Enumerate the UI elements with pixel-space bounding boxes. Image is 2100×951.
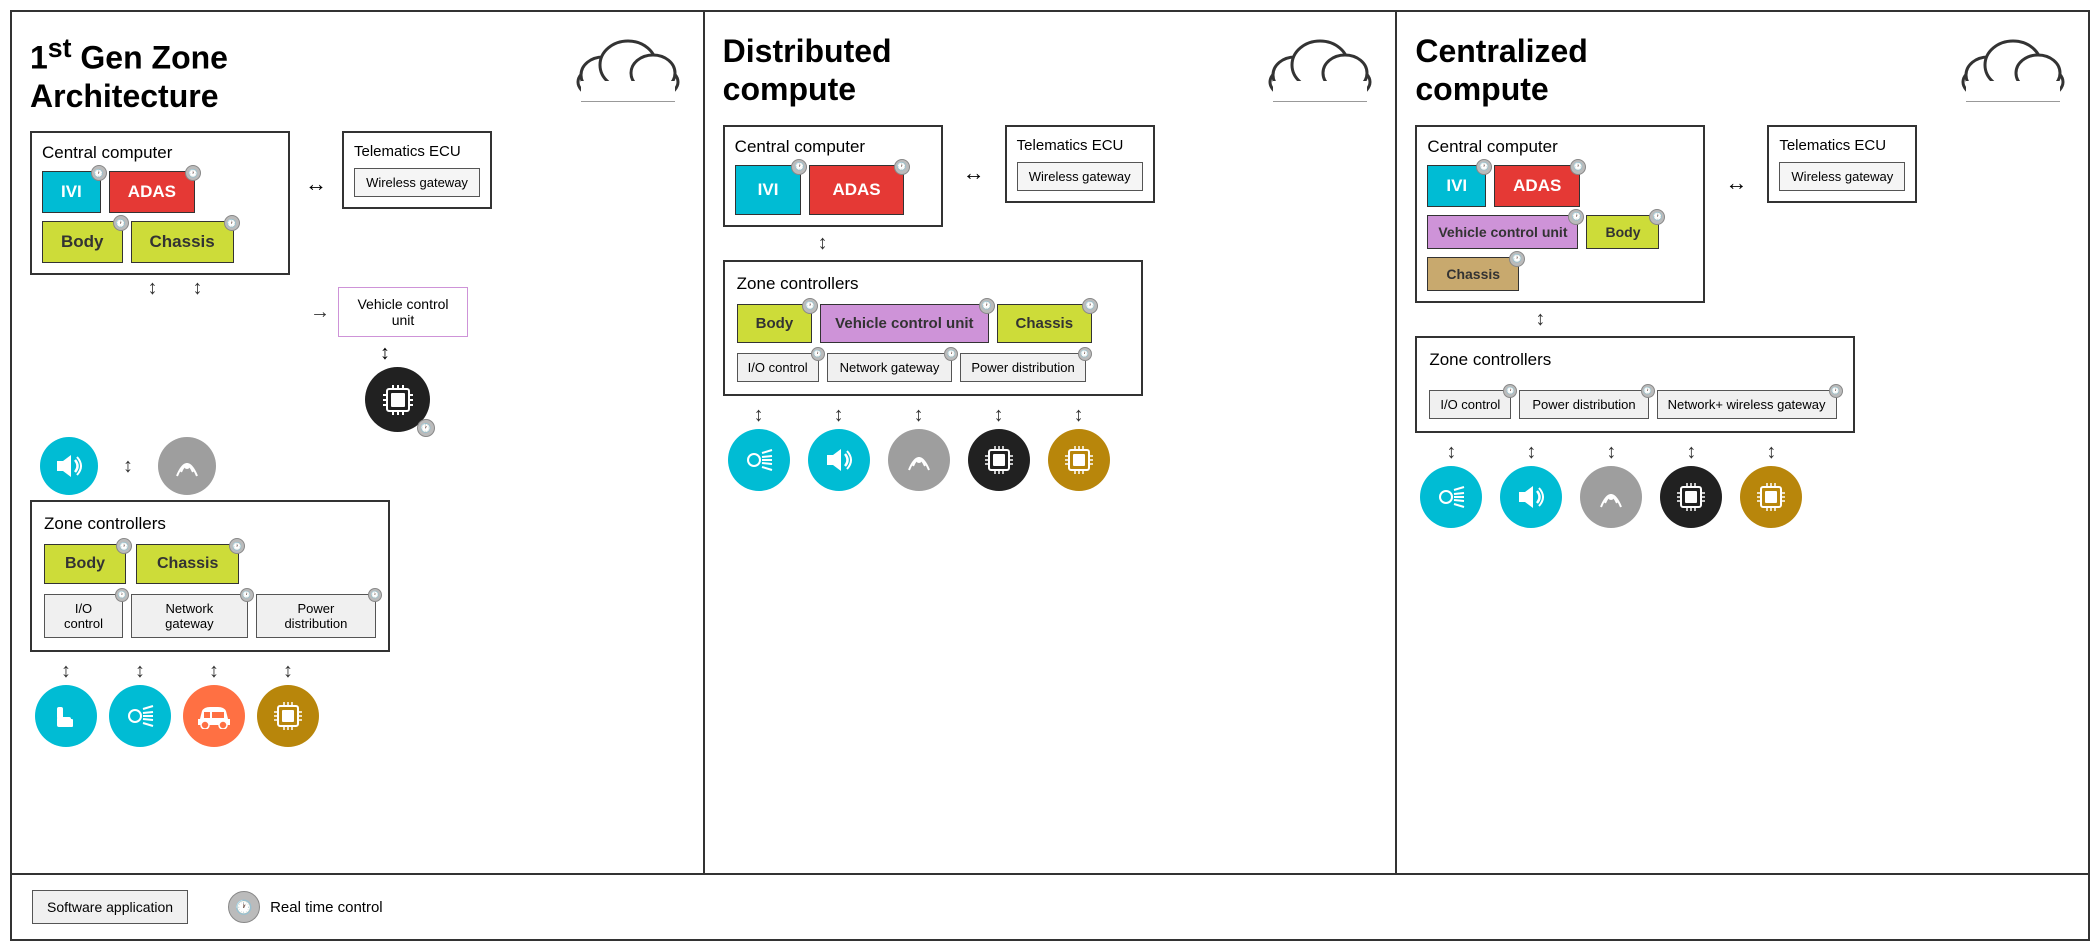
body-chip-zone-1: Body 🕐 xyxy=(44,544,126,584)
cloud-icon-3 xyxy=(1958,27,2068,107)
central-computer-box-1: Central computer IVI 🕐 ADAS 🕐 xyxy=(30,131,290,275)
legend-software-app: Software application xyxy=(32,890,188,924)
body-chip-zone-2: Body 🕐 xyxy=(737,304,813,343)
network-gateway-box-1: Network gateway 🕐 xyxy=(131,594,248,638)
chassis-chip-3: Chassis 🕐 xyxy=(1427,257,1519,291)
wireless-gateway-box-3: Wireless gateway xyxy=(1779,162,1905,191)
chassis-chip-zone-2: Chassis 🕐 xyxy=(997,304,1093,343)
cloud-icon-1 xyxy=(573,27,683,107)
ivi-chip-2: IVI 🕐 xyxy=(735,165,802,215)
legend: Software application 🕐 Real time control xyxy=(12,873,2088,939)
panel-3: Centralized compute Central computer IVI… xyxy=(1397,12,2088,873)
io-control-box-2: I/O control 🕐 xyxy=(737,353,819,382)
body-chip-3: Body 🕐 xyxy=(1586,215,1659,249)
circuit-icon-2b xyxy=(1048,429,1110,491)
signal-icon-1 xyxy=(158,437,216,495)
headlight-icon-2 xyxy=(728,429,790,491)
vcu-chip-3: Vehicle control unit 🕐 xyxy=(1427,215,1578,249)
chassis-chip-zone-1: Chassis 🕐 xyxy=(136,544,239,584)
circuit-icon-3 xyxy=(1660,466,1722,528)
signal-icon-2 xyxy=(888,429,950,491)
power-distribution-box-1: Power distribution 🕐 xyxy=(256,594,376,638)
headlight-icon-3 xyxy=(1420,466,1482,528)
zone-controllers-box-1: Zone controllers Body 🕐 Chassis 🕐 I/O co… xyxy=(30,500,390,652)
speaker-icon-2 xyxy=(808,429,870,491)
clock-1: 🕐 xyxy=(91,165,107,181)
power-distribution-box-3: Power distribution 🕐 xyxy=(1519,390,1648,419)
legend-real-time: 🕐 Real time control xyxy=(228,891,383,923)
wireless-gateway-box-1: Wireless gateway xyxy=(354,168,480,197)
circuit-icon-2 xyxy=(968,429,1030,491)
body-chip-1: Body 🕐 xyxy=(42,221,123,263)
central-computer-label-1: Central computer xyxy=(42,143,278,163)
zone-controllers-box-3: Zone controllers I/O control 🕐 Power dis… xyxy=(1415,336,1855,433)
adas-chip-2: ADAS 🕐 xyxy=(809,165,903,215)
panel-1: 1st Gen Zone Architecture Central comput… xyxy=(12,12,705,873)
robot-icon-1: 🕐 xyxy=(365,367,430,432)
adas-chip-3: ADAS 🕐 xyxy=(1494,165,1580,207)
seat-icon-1 xyxy=(35,685,97,747)
telematics-ecu-box-3: Telematics ECU Wireless gateway xyxy=(1767,125,1917,203)
speaker-icon-1 xyxy=(40,437,98,495)
telematics-label-1: Telematics ECU xyxy=(354,143,480,160)
adas-chip-1: ADAS 🕐 xyxy=(109,171,195,213)
cloud-icon-2 xyxy=(1265,27,1375,107)
io-control-box-1: I/O control 🕐 xyxy=(44,594,123,638)
panel-1-title: 1st Gen Zone Architecture xyxy=(30,32,330,115)
telematics-ecu-box-1: Telematics ECU Wireless gateway xyxy=(342,131,492,209)
wireless-gateway-box-2: Wireless gateway xyxy=(1017,162,1143,191)
power-distribution-box-2: Power distribution 🕐 xyxy=(960,353,1085,382)
headlight-icon-1 xyxy=(109,685,171,747)
chassis-chip-1: Chassis 🕐 xyxy=(131,221,234,263)
telematics-ecu-box-2: Telematics ECU Wireless gateway xyxy=(1005,125,1155,203)
network-gateway-box-2: Network gateway 🕐 xyxy=(827,353,953,382)
io-control-box-3: I/O control 🕐 xyxy=(1429,390,1511,419)
network-wireless-gateway-box-3: Network+ wireless gateway 🕐 xyxy=(1657,390,1837,419)
panel-2-title: Distributed compute xyxy=(723,32,1023,109)
car-icon-1 xyxy=(183,685,245,747)
signal-icon-3 xyxy=(1580,466,1642,528)
central-computer-box-2: Central computer IVI 🕐 ADAS 🕐 xyxy=(723,125,943,227)
vehicle-control-unit-box-1: Vehicle control unit xyxy=(338,287,468,337)
circuit-icon-3b xyxy=(1740,466,1802,528)
zone-controllers-label-1: Zone controllers xyxy=(44,514,376,534)
circuit-icon-1 xyxy=(257,685,319,747)
speaker-icon-3 xyxy=(1500,466,1562,528)
ivi-chip-3: IVI 🕐 xyxy=(1427,165,1486,207)
clock-2: 🕐 xyxy=(185,165,201,181)
ivi-chip-1: IVI 🕐 xyxy=(42,171,101,213)
vcu-chip-zone-2: Vehicle control unit 🕐 xyxy=(820,304,988,343)
zone-controllers-box-2: Zone controllers Body 🕐 Vehicle control … xyxy=(723,260,1143,396)
central-computer-box-3: Central computer IVI 🕐 ADAS 🕐 xyxy=(1415,125,1705,303)
panel-2: Distributed compute Central computer IVI… xyxy=(705,12,1398,873)
panel-3-title: Centralized compute xyxy=(1415,32,1715,109)
